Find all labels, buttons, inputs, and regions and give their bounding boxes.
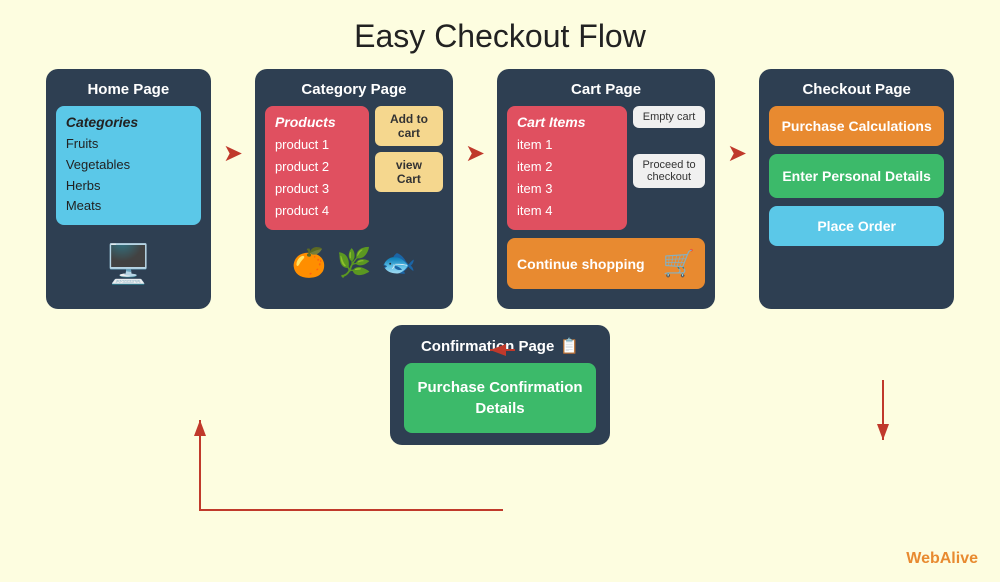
products-box: Products product 1product 2product 3prod… bbox=[265, 106, 369, 230]
products-area: Products product 1product 2product 3prod… bbox=[265, 106, 443, 230]
view-cart-button[interactable]: view Cart bbox=[375, 152, 443, 192]
categories-list: FruitsVegetablesHerbsMeats bbox=[66, 134, 191, 217]
confirmation-page-title: Confirmation Page 📋 bbox=[404, 337, 596, 355]
cart-page-title: Cart Page bbox=[507, 81, 705, 98]
food-icons: 🍊 🌿 🐟 bbox=[265, 246, 443, 279]
arrow-home-to-category: ➤ bbox=[223, 69, 243, 168]
cart-items-list: item 1item 2item 3item 4 bbox=[517, 134, 617, 222]
category-page-title: Category Page bbox=[265, 81, 443, 98]
cart-inner: Cart Items item 1item 2item 3item 4 Empt… bbox=[507, 106, 705, 230]
web-label: Web bbox=[906, 550, 939, 567]
arrow-cart-to-checkout: ➤ bbox=[727, 69, 747, 168]
categories-title: Categories bbox=[66, 114, 191, 130]
cart-buttons: Add to cart view Cart bbox=[375, 106, 443, 230]
place-order-button[interactable]: Place Order bbox=[769, 206, 944, 246]
proceed-checkout-button[interactable]: Proceed to checkout bbox=[633, 154, 705, 188]
home-page-card: Home Page Categories FruitsVegetablesHer… bbox=[46, 69, 211, 309]
confirmation-page-card: Confirmation Page 📋 Purchase Confirmatio… bbox=[390, 325, 610, 445]
arrow-category-to-cart: ➤ bbox=[465, 69, 485, 168]
cart-items-box: Cart Items item 1item 2item 3item 4 bbox=[507, 106, 627, 230]
webalive-branding: WebAlive bbox=[906, 550, 978, 568]
products-title: Products bbox=[275, 114, 359, 130]
products-list: product 1product 2product 3product 4 bbox=[275, 134, 359, 222]
herb-icon: 🌿 bbox=[337, 246, 372, 279]
page-title: Easy Checkout Flow bbox=[0, 0, 1000, 69]
fish-icon: 🐟 bbox=[381, 246, 416, 279]
checkout-page-title: Checkout Page bbox=[769, 81, 944, 98]
add-to-cart-button[interactable]: Add to cart bbox=[375, 106, 443, 146]
confirmation-details-box: Purchase Confirmation Details bbox=[404, 363, 596, 433]
personal-details-button[interactable]: Enter Personal Details bbox=[769, 154, 944, 198]
shopping-cart-icon: 🛒 bbox=[663, 248, 695, 279]
clipboard-icon: 📋 bbox=[560, 337, 579, 355]
continue-shopping-text: Continue shopping bbox=[517, 256, 645, 272]
categories-box: Categories FruitsVegetablesHerbsMeats bbox=[56, 106, 201, 225]
home-page-title: Home Page bbox=[56, 81, 201, 98]
alive-label: Alive bbox=[940, 550, 978, 567]
purchase-calculations-button[interactable]: Purchase Calculations bbox=[769, 106, 944, 146]
empty-cart-button[interactable]: Empty cart bbox=[633, 106, 705, 128]
apple-icon: 🍊 bbox=[292, 246, 327, 279]
confirmation-section: Confirmation Page 📋 Purchase Confirmatio… bbox=[0, 325, 1000, 445]
flow-container: Home Page Categories FruitsVegetablesHer… bbox=[0, 69, 1000, 309]
computer-icon: 🖥️ bbox=[56, 243, 201, 287]
checkout-page-card: Checkout Page Purchase Calculations Ente… bbox=[759, 69, 954, 309]
category-page-card: Category Page Products product 1product … bbox=[255, 69, 453, 309]
cart-page-card: Cart Page Cart Items item 1item 2item 3i… bbox=[497, 69, 715, 309]
continue-shopping-box[interactable]: Continue shopping 🛒 bbox=[507, 238, 705, 289]
cart-actions: Empty cart Proceed to checkout bbox=[633, 106, 705, 230]
cart-items-title: Cart Items bbox=[517, 114, 617, 130]
